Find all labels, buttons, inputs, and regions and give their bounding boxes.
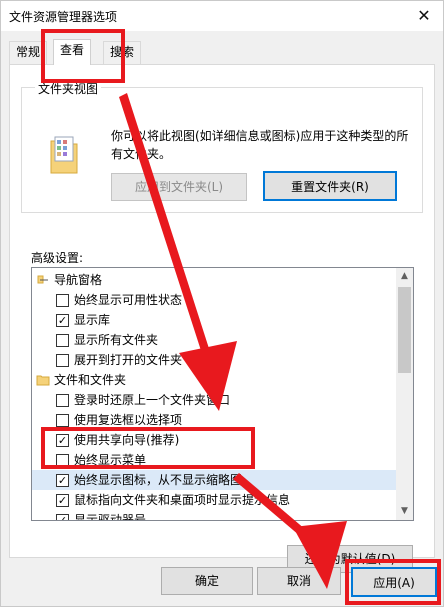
scroll-thumb[interactable] — [398, 287, 411, 373]
scroll-down-icon[interactable]: ▼ — [396, 503, 413, 520]
checkbox[interactable]: ✓ — [56, 514, 69, 520]
tree-item[interactable]: 显示所有文件夹 — [32, 330, 396, 350]
checkbox[interactable]: ✓ — [56, 314, 69, 327]
tab-view[interactable]: 查看 — [53, 39, 92, 65]
ok-button[interactable]: 确定 — [161, 567, 253, 595]
tree-group-files-and-folders[interactable]: 文件和文件夹 — [32, 370, 396, 390]
tree-item-always-show-icons[interactable]: ✓ 始终显示图标，从不显示缩略图 — [32, 470, 396, 490]
title-bar: 文件资源管理器选项 ✕ — [1, 1, 443, 31]
annotation-box-apply — [345, 559, 441, 605]
checkbox[interactable] — [56, 294, 69, 307]
cancel-button[interactable]: 取消 — [257, 567, 341, 595]
annotation-box-option — [41, 427, 255, 469]
tree-item[interactable]: 始终显示可用性状态 — [32, 290, 396, 310]
tree-item-label: 显示所有文件夹 — [74, 333, 159, 347]
tree-group-label: 导航窗格 — [54, 273, 103, 287]
checkbox[interactable] — [56, 354, 69, 367]
tree-item[interactable]: 登录时还原上一个文件夹窗口 — [32, 390, 396, 410]
folder-icon — [36, 375, 50, 386]
tree-scrollbar[interactable]: ▲ ▼ — [396, 268, 413, 520]
close-icon[interactable]: ✕ — [413, 5, 435, 27]
folder-views-description: 你可以将此视图(如详细信息或图标)应用于这种类型的所有文件夹。 — [111, 129, 409, 161]
apply-to-folders-button[interactable]: 应用到文件夹(L) — [111, 173, 247, 201]
folder-view-icon — [50, 136, 78, 174]
checkbox[interactable] — [56, 334, 69, 347]
tree-group-label: 文件和文件夹 — [54, 373, 127, 387]
tree-item[interactable]: 展开到打开的文件夹 — [32, 350, 396, 370]
checkbox[interactable]: ✓ — [56, 494, 69, 507]
checkbox[interactable] — [56, 394, 69, 407]
tree-item-label: 显示驱动器号 — [74, 513, 147, 521]
tree-item[interactable]: ✓ 鼠标指向文件夹和桌面项时显示提示信息 — [32, 490, 396, 510]
reset-folders-button[interactable]: 重置文件夹(R) — [263, 171, 397, 201]
tree-item-label: 始终显示图标，从不显示缩略图 — [74, 473, 243, 487]
advanced-settings-label: 高级设置: — [31, 251, 84, 265]
tree-item[interactable]: ✓ 显示库 — [32, 310, 396, 330]
tree-item-label: 鼠标指向文件夹和桌面项时显示提示信息 — [74, 493, 291, 507]
tree-item-label: 显示库 — [74, 313, 111, 327]
tree-item-label: 始终显示可用性状态 — [74, 293, 183, 307]
tree-item-label: 登录时还原上一个文件夹窗口 — [74, 393, 231, 407]
tree-item-label: 展开到打开的文件夹 — [74, 353, 183, 367]
tree-item[interactable]: ✓ 显示驱动器号 — [32, 510, 396, 521]
navigation-pane-icon — [37, 275, 48, 284]
scroll-up-icon[interactable]: ▲ — [396, 268, 413, 285]
window-title: 文件资源管理器选项 — [9, 10, 118, 24]
checkbox[interactable]: ✓ — [56, 474, 69, 487]
advanced-settings-tree[interactable]: 导航窗格 始终显示可用性状态 ✓ 显示库 显示所有文件夹 展开到打开的文件夹 文… — [31, 267, 414, 521]
folder-options-window: 文件资源管理器选项 ✕ 常规 搜索 查看 文件夹视图 你可以将此视图(如详细信息… — [0, 0, 444, 607]
tree-group-navigation-pane[interactable]: 导航窗格 — [32, 270, 396, 290]
dialog-body: 常规 搜索 查看 文件夹视图 你可以将此视图(如详细信息或图标)应用于这种类型的… — [1, 31, 443, 606]
checkbox[interactable] — [56, 414, 69, 427]
